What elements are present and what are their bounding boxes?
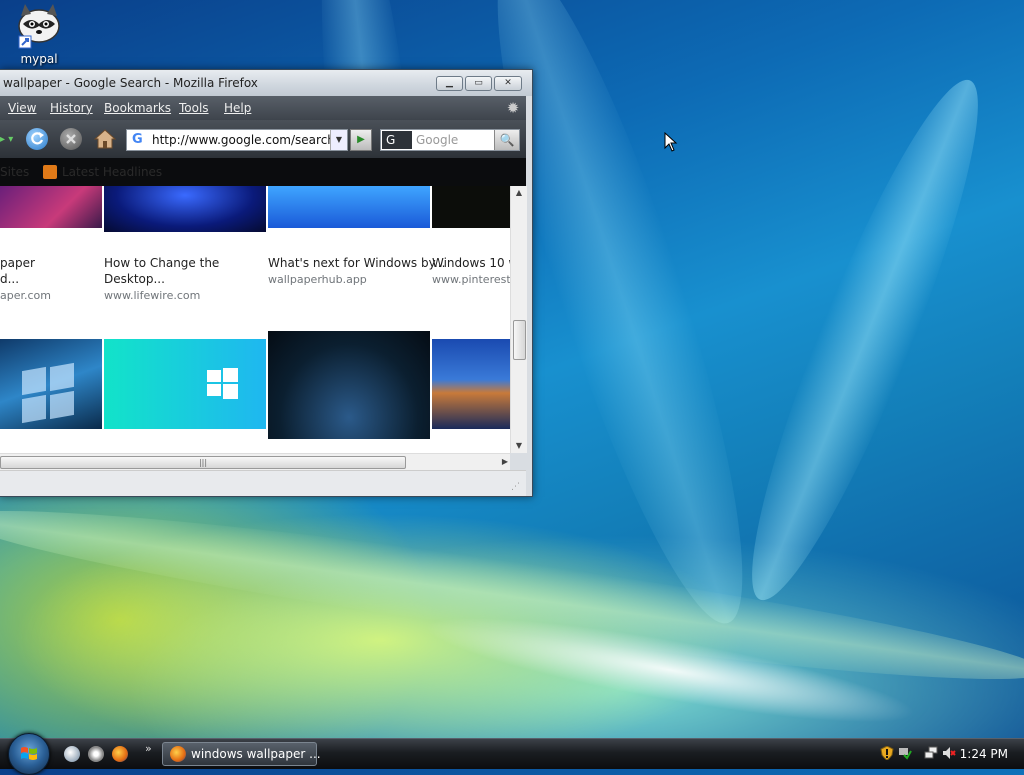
show-desktop-icon[interactable] (64, 746, 80, 762)
taskbar-button-label: windows wallpaper ... (191, 747, 321, 761)
menu-bookmarks[interactable]: Bookmarks (104, 101, 171, 115)
result-title[interactable]: What's next for Windows by... (268, 256, 445, 270)
bookmarks-toolbar: Sites Latest Headlines (0, 158, 526, 186)
network-icon[interactable] (924, 746, 938, 760)
reload-button[interactable] (26, 128, 48, 150)
menu-history[interactable]: History (50, 101, 93, 115)
url-field[interactable]: G http://www.google.com/search? ▼ (126, 129, 348, 151)
page-content: paper d... aper.com How to Change the De… (0, 186, 510, 453)
result-thumbnail[interactable] (268, 186, 430, 228)
windows-flag-icon (21, 747, 37, 760)
desktop-icon-label: mypal (20, 52, 58, 66)
taskbar: » windows wallpaper ... 1:24 PM (0, 733, 1024, 775)
vertical-scroll-thumb[interactable] (513, 320, 526, 360)
security-shield-icon[interactable] (880, 746, 894, 760)
scroll-right-icon[interactable]: ▶ (502, 454, 508, 470)
url-text: http://www.google.com/search? (152, 133, 342, 147)
window-title: wallpaper - Google Search - Mozilla Fire… (3, 76, 258, 90)
horizontal-scroll-thumb[interactable]: ||| (0, 456, 406, 469)
firefox-window: wallpaper - Google Search - Mozilla Fire… (0, 69, 533, 497)
windows-logo-icon (207, 368, 238, 399)
bookmark-sites[interactable]: Sites (0, 165, 29, 179)
home-icon (93, 129, 117, 149)
close-button[interactable]: ✕ (494, 76, 522, 91)
minimize-icon: ▁ (446, 78, 453, 88)
result-title-line2[interactable]: d... (0, 272, 19, 286)
search-field[interactable]: G Google 🔍 (380, 129, 520, 151)
search-engine-selector[interactable]: G (382, 131, 412, 149)
result-title[interactable]: paper (0, 256, 35, 270)
maximize-icon: ▭ (474, 78, 483, 88)
minimize-button[interactable]: ▁ (436, 76, 463, 91)
switch-windows-icon[interactable] (88, 746, 104, 762)
result-title-line2[interactable]: Desktop... (104, 272, 165, 286)
taskbar-button-firefox[interactable]: windows wallpaper ... (162, 742, 321, 766)
rss-feed-icon (43, 165, 57, 179)
navigation-toolbar: ▸ ▾ G http://www.google.com/search? ▼ ▶ … (0, 120, 526, 158)
chevron-icon[interactable]: » (145, 742, 152, 755)
result-thumbnail[interactable] (104, 186, 266, 232)
close-icon: ✕ (504, 78, 512, 88)
desktop-icon-mypal[interactable]: mypal (6, 2, 72, 66)
window-titlebar[interactable]: wallpaper - Google Search - Mozilla Fire… (0, 70, 532, 96)
result-thumbnail[interactable] (432, 186, 510, 228)
volume-muted-icon[interactable] (942, 746, 956, 760)
home-button[interactable] (93, 128, 117, 150)
menu-view[interactable]: View (8, 101, 36, 115)
reload-icon (31, 132, 44, 145)
result-source: wallpaperhub.app (268, 273, 367, 286)
result-title[interactable]: How to Change the (104, 256, 219, 270)
bookmark-latest-headlines[interactable]: Latest Headlines (62, 165, 162, 179)
safely-remove-icon[interactable] (898, 746, 912, 760)
firefox-quicklaunch-icon[interactable] (112, 746, 128, 762)
result-thumbnail[interactable] (268, 331, 430, 439)
result-title[interactable]: Windows 10 w (432, 256, 510, 270)
result-source: aper.com (0, 289, 51, 302)
result-source: www.lifewire.com (104, 289, 201, 302)
clock[interactable]: 1:24 PM (960, 747, 1008, 761)
system-tray: 1:24 PM (864, 739, 1024, 769)
firefox-icon (170, 746, 186, 762)
resize-grip-icon[interactable]: ⋰ (511, 482, 520, 492)
scroll-down-icon[interactable]: ▼ (511, 439, 527, 453)
stop-button[interactable] (60, 128, 82, 150)
maximize-button[interactable]: ▭ (465, 76, 492, 91)
menu-bar: View History Bookmarks Tools Help ✹ (0, 96, 526, 120)
wallpaper-streak (418, 597, 922, 743)
result-thumbnail[interactable] (0, 186, 102, 228)
status-bar: ⋰ (0, 470, 526, 496)
vertical-scrollbar[interactable]: ▲ ▼ (510, 186, 527, 453)
wallpaper-streak (0, 483, 1024, 707)
menu-tools[interactable]: Tools (179, 101, 209, 115)
gear-icon[interactable]: ✹ (504, 99, 522, 117)
mouse-cursor-icon (664, 132, 678, 152)
url-dropdown-icon[interactable]: ▼ (330, 130, 347, 150)
result-thumbnail[interactable] (432, 339, 510, 429)
search-placeholder: Google (416, 133, 459, 147)
forward-dropdown-icon[interactable]: ▸ ▾ (0, 134, 13, 145)
result-thumbnail[interactable] (0, 339, 102, 429)
result-thumbnail[interactable] (104, 339, 266, 429)
go-button[interactable]: ▶ (350, 129, 372, 151)
google-favicon-icon: G (132, 132, 143, 147)
raccoon-icon (15, 2, 63, 50)
horizontal-scrollbar[interactable]: ||| ▶ (0, 453, 510, 470)
scroll-up-icon[interactable]: ▲ (511, 186, 527, 200)
wallpaper-streak (718, 63, 1012, 617)
start-button[interactable] (8, 733, 50, 775)
result-source: www.pinterest (432, 273, 510, 286)
menu-help[interactable]: Help (224, 101, 251, 115)
search-icon[interactable]: 🔍 (494, 130, 519, 150)
stop-icon (66, 134, 76, 144)
